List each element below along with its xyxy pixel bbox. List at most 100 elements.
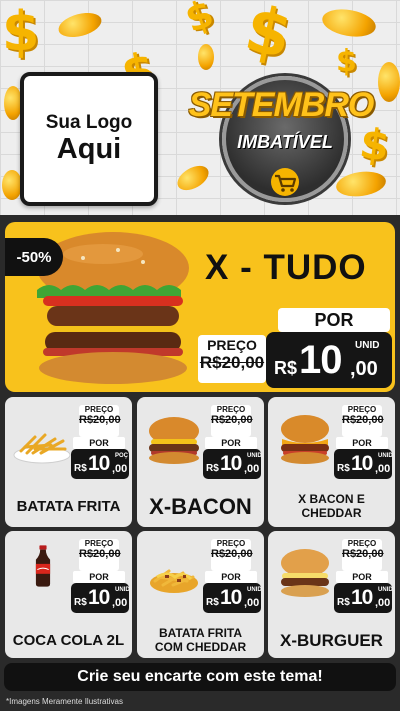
price-integer: 10	[88, 452, 110, 475]
coin-icon	[173, 160, 213, 196]
price-label: PREÇO	[347, 539, 377, 548]
cta-button[interactable]: Crie seu encarte com este tema!	[4, 663, 396, 691]
featured-old-price: R$20,00	[199, 353, 265, 372]
por-label: POR	[73, 571, 125, 583]
featured-price-decimal: ,00	[350, 358, 378, 380]
burger-image	[149, 417, 199, 464]
price-box: R$ 10 UNID ,00	[203, 449, 262, 479]
shopping-cart-icon	[271, 168, 299, 196]
product-card-batata-cheddar[interactable]: PREÇO R$20,00 POR R$ 10 UNID ,00 BATATA …	[137, 531, 264, 658]
currency: R$	[337, 463, 350, 474]
price-integer: 10	[220, 452, 242, 475]
old-price-box: PREÇO R$20,00	[79, 405, 121, 437]
price-box: R$ 10 UNID ,00	[334, 449, 393, 479]
price-integer: 10	[88, 586, 110, 609]
coin-icon	[334, 168, 388, 200]
price-label: PREÇO	[84, 539, 114, 548]
old-price-box: PREÇO R$20,00	[342, 405, 384, 437]
unit: UNID	[115, 587, 130, 593]
featured-unit: UNID	[355, 340, 380, 351]
price-box: R$ 10 UNID ,00	[71, 583, 130, 613]
currency: R$	[206, 597, 219, 608]
soda-bottle-image	[35, 545, 51, 587]
burger-image	[281, 415, 329, 464]
fries-cheddar-image	[150, 569, 198, 593]
product-name: X-BURGUER	[280, 631, 383, 651]
header-banner: $ $ $ $ $ $ Sua Logo Aqui SETEMBRO IMBAT…	[0, 0, 400, 215]
logo-text-line2: Aqui	[56, 133, 122, 166]
price-box: R$ 10 UNID ,00	[334, 583, 393, 613]
featured-product-name: X - TUDO	[205, 248, 367, 287]
dollar-sign-icon: $	[356, 118, 393, 171]
logo-text-line1: Sua Logo	[45, 112, 133, 134]
por-label: POR	[205, 437, 257, 449]
por-label: POR	[336, 437, 388, 449]
price-label: PREÇO	[216, 405, 246, 414]
campaign-title: SETEMBRO	[188, 86, 375, 124]
unit: UNID	[378, 453, 393, 459]
product-card-x-bacon[interactable]: PREÇO R$20,00 POR R$ 10 UNID ,00 X-BACON	[137, 397, 264, 527]
unit: UNID	[378, 587, 393, 593]
featured-por-label: POR	[278, 308, 390, 332]
dollar-sign-icon: $	[2, 0, 40, 63]
price-decimal: ,00	[375, 597, 391, 609]
fries-image	[13, 433, 71, 464]
coin-icon	[2, 170, 22, 200]
por-label: POR	[205, 571, 257, 583]
currency: R$	[74, 463, 87, 474]
coin-icon	[55, 8, 105, 42]
price-label: PREÇO	[347, 405, 377, 414]
product-name: BATATA FRITA COM CHEDDAR	[154, 626, 247, 654]
old-price-box: PREÇO R$20,00	[211, 405, 253, 437]
coin-icon	[320, 5, 378, 41]
old-price: R$20,00	[211, 414, 253, 426]
dollar-sign-icon: $	[179, 0, 220, 42]
product-card-coca-cola[interactable]: PREÇO R$20,00 POR R$ 10 UNID ,00 COCA CO…	[5, 531, 132, 658]
price-box: R$ 10 POÇ ,00	[71, 449, 129, 479]
burger-image	[281, 549, 329, 597]
por-label: POR	[336, 571, 388, 583]
logo-placeholder: Sua Logo Aqui	[20, 72, 158, 206]
currency: R$	[74, 597, 87, 608]
price-label: PREÇO	[84, 405, 114, 414]
price-decimal: ,00	[244, 597, 260, 609]
currency: R$	[337, 597, 350, 608]
coin-icon	[198, 44, 214, 70]
price-decimal: ,00	[112, 597, 128, 609]
featured-price-integer: 10	[299, 338, 342, 382]
product-name: X-BACON	[149, 494, 252, 520]
price-decimal: ,00	[112, 463, 128, 475]
product-name: X BACON E CHEDDAR	[298, 492, 365, 520]
product-card-x-bacon-cheddar[interactable]: PREÇO R$20,00 POR R$ 10 UNID ,00 X BACON…	[268, 397, 395, 527]
old-price: R$20,00	[342, 548, 384, 560]
old-price: R$20,00	[211, 548, 253, 560]
price-label: PREÇO	[216, 539, 246, 548]
product-card-batata-frita[interactable]: PREÇO R$20,00 POR R$ 10 POÇ ,00 BATATA F…	[5, 397, 132, 527]
dollar-sign-icon: $	[238, 0, 298, 74]
discount-badge: -50%	[5, 238, 63, 276]
old-price-box: PREÇO R$20,00	[79, 539, 121, 571]
currency: R$	[206, 463, 219, 474]
disclaimer-text: *Imagens Meramente Ilustrativas	[6, 697, 123, 706]
old-price-box: PREÇO R$20,00	[342, 539, 384, 571]
price-box: R$ 10 UNID ,00	[203, 583, 262, 613]
unit: POÇ	[115, 453, 129, 459]
dollar-sign-icon: $	[336, 44, 357, 79]
campaign-subtitle: IMBATÍVEL	[237, 132, 333, 152]
old-price: R$20,00	[342, 414, 384, 426]
featured-price-label: PREÇO	[207, 337, 257, 353]
price-decimal: ,00	[375, 463, 391, 475]
unit: UNID	[247, 587, 262, 593]
product-name: COCA COLA 2L	[12, 632, 125, 650]
unit: UNID	[247, 453, 262, 459]
product-card-x-burguer[interactable]: PREÇO R$20,00 POR R$ 10 UNID ,00 X-BURGU…	[268, 531, 395, 658]
featured-old-price-box: PREÇO R$20,00	[198, 335, 266, 383]
price-integer: 10	[351, 586, 373, 609]
featured-price-box: R$ 10 UNID ,00	[266, 332, 392, 388]
featured-currency: R$	[274, 358, 298, 378]
por-label: POR	[73, 437, 125, 449]
old-price: R$20,00	[79, 414, 121, 426]
product-name: BATATA FRITA	[16, 498, 121, 516]
price-decimal: ,00	[244, 463, 260, 475]
old-price: R$20,00	[79, 548, 121, 560]
